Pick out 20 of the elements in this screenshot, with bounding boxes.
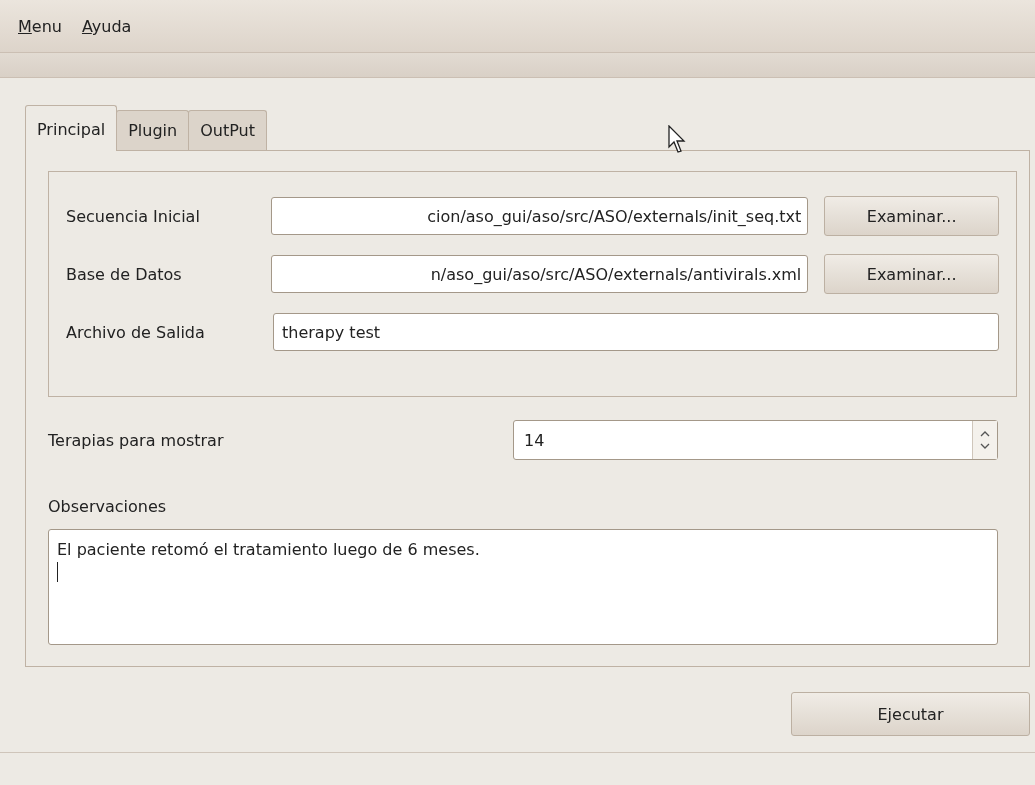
tab[interactable]: OutPut — [188, 110, 267, 150]
path-field[interactable]: therapy test — [273, 313, 999, 351]
path-field[interactable]: cion/aso_gui/aso/src/ASO/externals/init_seq.txt — [271, 197, 809, 235]
path-field[interactable]: n/aso_gui/aso/src/ASO/externals/antivirals.xml — [271, 255, 809, 293]
field-label: Archivo de Salida — [66, 322, 206, 342]
text-cursor — [57, 562, 58, 582]
browse-button[interactable]: Examinar... — [824, 254, 999, 294]
field-label: Terapias para mostrar — [48, 430, 225, 450]
tab[interactable]: Plugin — [116, 110, 190, 150]
field-label: Observaciones — [48, 497, 168, 516]
browse-button[interactable]: Examinar... — [824, 196, 999, 236]
spin-box[interactable]: 14 — [513, 420, 998, 460]
field-label: Base de Datos — [66, 264, 183, 284]
tab[interactable]: Principal — [25, 105, 118, 151]
menu-item[interactable]: Ayuda — [77, 12, 136, 40]
mouse-pointer-icon — [668, 125, 688, 155]
run-button[interactable]: Ejecutar — [791, 692, 1030, 736]
text-area[interactable]: El paciente retomó el tratamiento luego de 6 meses. — [48, 529, 998, 645]
menu-item[interactable]: Menu — [14, 12, 66, 40]
field-label: Secuencia Inicial — [66, 206, 201, 226]
